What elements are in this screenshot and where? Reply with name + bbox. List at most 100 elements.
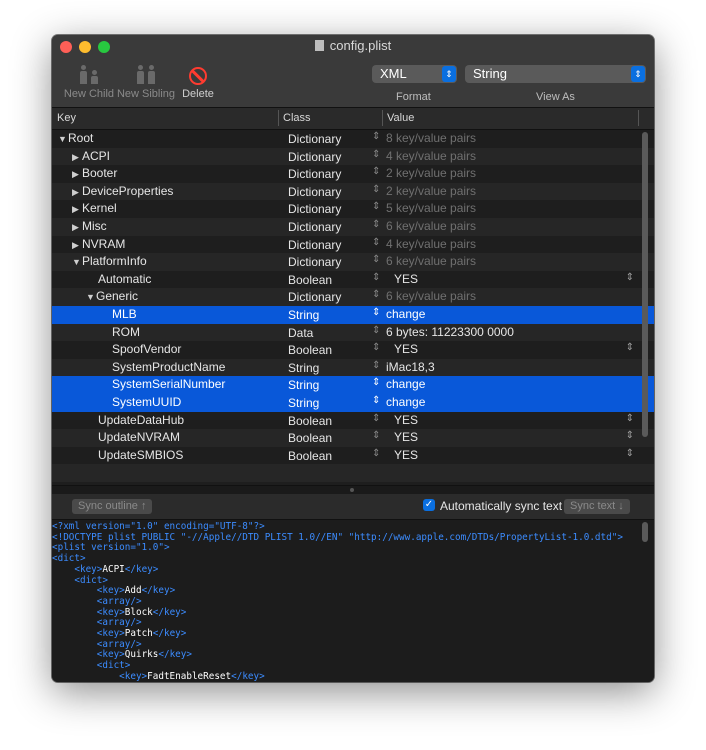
disclosure-collapsed-icon[interactable]: ▶	[72, 152, 82, 163]
column-separator[interactable]	[382, 110, 383, 126]
outline-row[interactable]: ROM Data ⇕ 6 bytes: 11223300 0000	[52, 323, 654, 342]
outline-row[interactable]: ▼Root Dictionary ⇕ 8 key/value pairs	[52, 130, 654, 148]
outline-row[interactable]: ▼Generic Dictionary ⇕ 6 key/value pairs	[52, 288, 654, 306]
class-stepper-icon[interactable]: ⇕	[372, 131, 380, 142]
class-stepper-icon[interactable]: ⇕	[372, 166, 380, 177]
row-value[interactable]: 5 key/value pairs	[386, 201, 476, 215]
xml-text-view[interactable]: <?xml version="1.0" encoding="UTF-8"?> <!…	[52, 520, 654, 682]
row-class[interactable]: String	[288, 378, 319, 392]
outline-row[interactable]: ▶ Kernel Dictionary ⇕ 5 key/value pairs	[52, 200, 654, 218]
class-stepper-icon[interactable]: ⇕	[372, 448, 380, 459]
row-class[interactable]: Dictionary	[288, 167, 341, 181]
row-value[interactable]: YES	[394, 272, 418, 286]
row-class[interactable]: String	[288, 361, 319, 375]
outline-row[interactable]: SystemProductName String ⇕ iMac18,3	[52, 358, 654, 377]
value-popup-icon[interactable]: ⇕	[626, 342, 634, 353]
new-child-button[interactable]: New Child	[58, 61, 120, 100]
column-header-class[interactable]: Class	[283, 112, 311, 124]
disclosure-expanded-icon[interactable]: ▼	[86, 292, 96, 302]
row-class[interactable]: Dictionary	[288, 185, 341, 199]
row-value[interactable]: change	[386, 307, 425, 321]
row-class[interactable]: Boolean	[288, 431, 332, 445]
row-class[interactable]: Data	[288, 326, 313, 340]
column-separator[interactable]	[278, 110, 279, 126]
row-value[interactable]: 4 key/value pairs	[386, 237, 476, 251]
sync-text-button[interactable]: Sync text ↓	[564, 499, 630, 514]
row-value[interactable]: YES	[394, 413, 418, 427]
disclosure-collapsed-icon[interactable]: ▶	[72, 222, 82, 233]
split-divider[interactable]	[52, 485, 654, 494]
class-stepper-icon[interactable]: ⇕	[372, 307, 380, 318]
row-value[interactable]: 4 key/value pairs	[386, 149, 476, 163]
row-value[interactable]: 6 key/value pairs	[386, 254, 476, 268]
outline-row[interactable]: SystemUUID String ⇕ change	[52, 393, 654, 412]
value-popup-icon[interactable]: ⇕	[626, 413, 634, 424]
outline-row[interactable]: ▶ Misc Dictionary ⇕ 6 key/value pairs	[52, 217, 654, 236]
class-stepper-icon[interactable]: ⇕	[372, 272, 380, 283]
outline-row[interactable]: SystemSerialNumber String ⇕ change	[52, 376, 654, 394]
class-stepper-icon[interactable]: ⇕	[372, 237, 380, 248]
outline-row[interactable]: ▶ ACPI Dictionary ⇕ 4 key/value pairs	[52, 147, 654, 166]
delete-button[interactable]: Delete	[179, 61, 217, 100]
row-class[interactable]: Boolean	[288, 343, 332, 357]
class-stepper-icon[interactable]: ⇕	[372, 360, 380, 371]
row-class[interactable]: Boolean	[288, 414, 332, 428]
row-value[interactable]: iMac18,3	[386, 360, 435, 374]
class-stepper-icon[interactable]: ⇕	[372, 413, 380, 424]
outline-row[interactable]: ▶ NVRAM Dictionary ⇕ 4 key/value pairs	[52, 235, 654, 254]
row-value[interactable]: 6 key/value pairs	[386, 219, 476, 233]
row-value[interactable]: change	[386, 395, 425, 409]
row-class[interactable]: Dictionary	[288, 238, 341, 252]
class-stepper-icon[interactable]: ⇕	[372, 325, 380, 336]
row-class[interactable]: String	[288, 396, 319, 410]
row-value[interactable]: 2 key/value pairs	[386, 184, 476, 198]
new-sibling-button[interactable]: New Sibling	[116, 61, 176, 100]
class-stepper-icon[interactable]: ⇕	[372, 201, 380, 212]
disclosure-expanded-icon[interactable]: ▼	[58, 134, 68, 144]
column-header-value[interactable]: Value	[387, 112, 414, 124]
outline-row[interactable]: ▶ DeviceProperties Dictionary ⇕ 2 key/value …	[52, 182, 654, 201]
column-header-key[interactable]: Key	[57, 112, 76, 124]
row-class[interactable]: Dictionary	[288, 150, 341, 164]
outline-row[interactable]: MLB String ⇕ change	[52, 305, 654, 324]
auto-sync-label[interactable]: Automatically sync text	[440, 499, 562, 513]
xml-scrollbar[interactable]	[642, 522, 648, 542]
view-as-select[interactable]: String ⇕	[465, 65, 646, 83]
row-value[interactable]: 2 key/value pairs	[386, 166, 476, 180]
row-value[interactable]: 6 bytes: 11223300 0000	[386, 325, 514, 339]
value-popup-icon[interactable]: ⇕	[626, 430, 634, 441]
disclosure-expanded-icon[interactable]: ▼	[72, 257, 82, 267]
row-value[interactable]: 8 key/value pairs	[386, 131, 476, 145]
class-stepper-icon[interactable]: ⇕	[372, 184, 380, 195]
auto-sync-checkbox[interactable]: ✓	[423, 499, 435, 511]
class-stepper-icon[interactable]: ⇕	[372, 430, 380, 441]
disclosure-collapsed-icon[interactable]: ▶	[72, 187, 82, 198]
row-value[interactable]: YES	[394, 430, 418, 444]
class-stepper-icon[interactable]: ⇕	[372, 395, 380, 406]
row-class[interactable]: Dictionary	[288, 132, 341, 146]
format-select[interactable]: XML ⇕	[372, 65, 457, 83]
outline-row[interactable]: UpdateNVRAM Boolean ⇕ YES ⇕	[52, 429, 654, 447]
outline-row[interactable]: UpdateDataHub Boolean ⇕ YES ⇕	[52, 411, 654, 430]
outline-scrollbar[interactable]	[642, 132, 648, 437]
row-class[interactable]: Dictionary	[288, 290, 341, 304]
outline-row[interactable]: SpoofVendor Boolean ⇕ YES ⇕	[52, 341, 654, 359]
row-class[interactable]: Dictionary	[288, 220, 341, 234]
outline-row[interactable]: UpdateSMBIOS Boolean ⇕ YES ⇕	[52, 446, 654, 465]
value-popup-icon[interactable]: ⇕	[626, 448, 634, 459]
outline-row[interactable]: ▶ Booter Dictionary ⇕ 2 key/value pairs	[52, 165, 654, 183]
disclosure-collapsed-icon[interactable]: ▶	[72, 204, 82, 215]
row-value[interactable]: change	[386, 377, 425, 391]
row-value[interactable]: YES	[394, 342, 418, 356]
sync-outline-button[interactable]: Sync outline ↑	[72, 499, 153, 514]
row-class[interactable]: Boolean	[288, 449, 332, 463]
outline-row[interactable]: Automatic Boolean ⇕ YES ⇕	[52, 270, 654, 289]
row-class[interactable]: String	[288, 308, 319, 322]
class-stepper-icon[interactable]: ⇕	[372, 377, 380, 388]
row-value[interactable]: YES	[394, 448, 418, 462]
class-stepper-icon[interactable]: ⇕	[372, 149, 380, 160]
outline-row[interactable]: ▼PlatformInfo Dictionary ⇕ 6 key/value pair…	[52, 253, 654, 271]
class-stepper-icon[interactable]: ⇕	[372, 219, 380, 230]
class-stepper-icon[interactable]: ⇕	[372, 342, 380, 353]
disclosure-collapsed-icon[interactable]: ▶	[72, 169, 82, 180]
